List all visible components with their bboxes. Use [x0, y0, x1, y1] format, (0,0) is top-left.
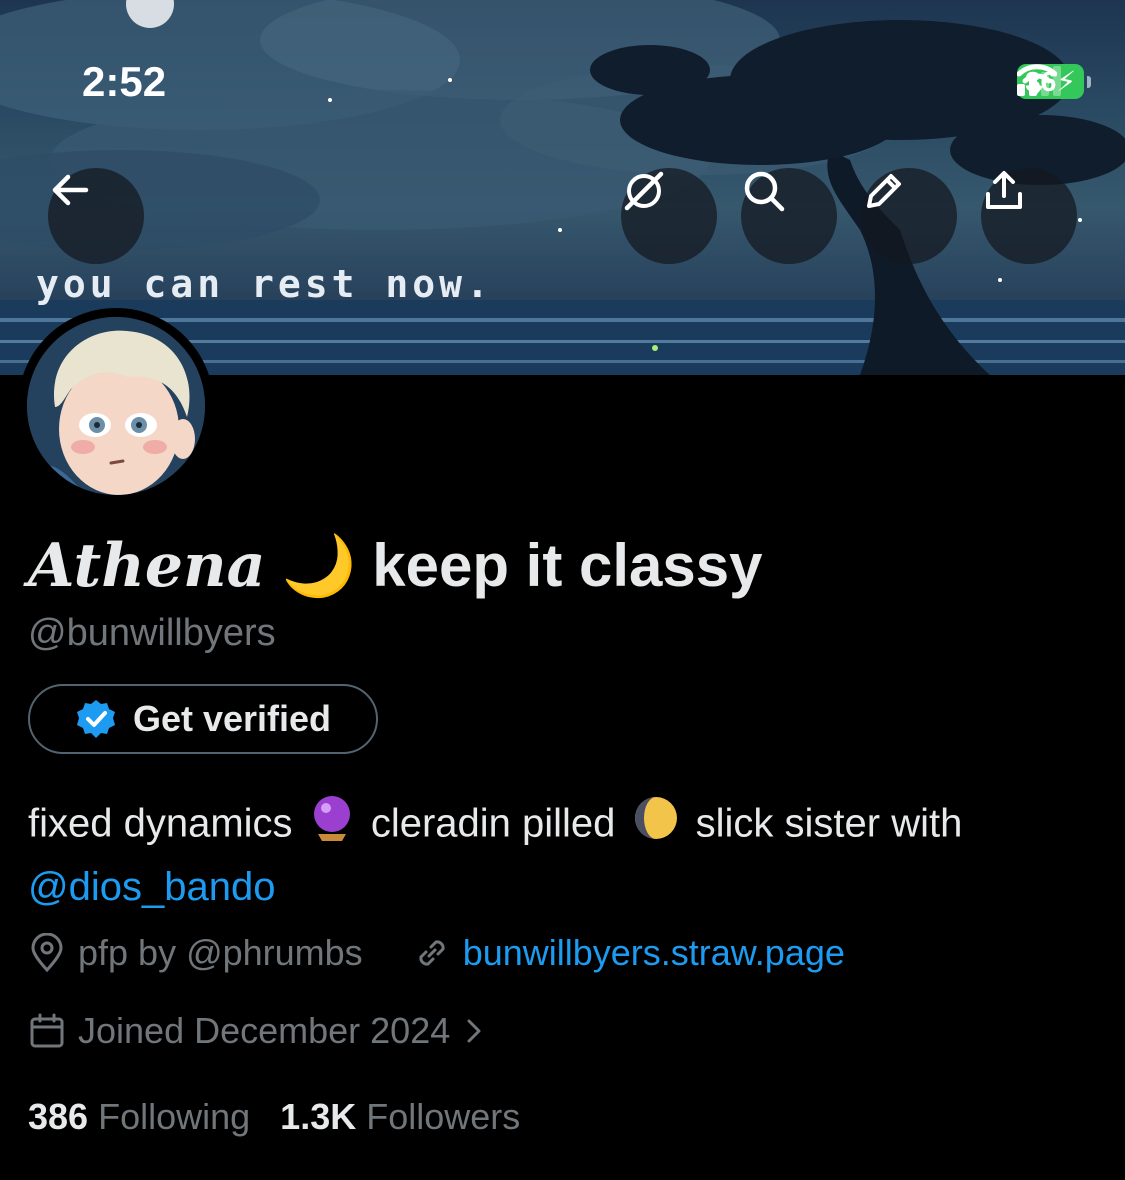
avatar[interactable] [18, 308, 214, 504]
following-count: 386 [28, 1096, 89, 1137]
grok-button[interactable] [621, 168, 717, 264]
bio-text-2: cleradin pilled [370, 801, 616, 846]
moon-phase-icon [633, 795, 679, 857]
website-link[interactable]: bunwillbyers.straw.page [463, 932, 845, 974]
joined-date-row[interactable]: Joined December 2024 [28, 1010, 486, 1052]
followers-label: Followers [366, 1096, 521, 1137]
follow-stats: 386 Following 1.3K Followers [28, 1096, 520, 1138]
location-text: pfp by @phrumbs [78, 932, 363, 973]
bio-mention-link[interactable]: @dios_bando [28, 865, 275, 909]
arrow-left-icon [52, 174, 89, 206]
following-stat[interactable]: 386 Following [28, 1096, 250, 1138]
avatar-illustration [27, 317, 205, 495]
banner-caption: you can rest now. [36, 262, 493, 306]
avatar-image [27, 317, 205, 495]
edit-button[interactable] [861, 168, 957, 264]
display-name: Athena 🌙 keep it classy [28, 530, 763, 601]
followers-count: 1.3K [280, 1096, 357, 1137]
search-icon [744, 171, 785, 212]
status-time: 2:52 [82, 58, 167, 105]
link-icon [419, 940, 445, 966]
chevron-right-icon [467, 1019, 481, 1043]
username-handle: @bunwillbyers [28, 612, 276, 654]
bio-text-3: slick sister with [695, 801, 963, 846]
get-verified-button[interactable]: Get verified [28, 684, 378, 754]
crystal-ball-icon [310, 794, 354, 858]
get-verified-label: Get verified [132, 698, 332, 739]
share-icon [986, 171, 1022, 209]
pencil-icon [867, 174, 901, 208]
banner-artwork [0, 0, 1125, 375]
back-button[interactable] [48, 168, 144, 264]
display-name-script: Athena [28, 530, 266, 601]
verified-badge-icon [76, 700, 115, 738]
display-name-text: keep it classy [372, 532, 763, 599]
share-button[interactable] [981, 168, 1077, 264]
location-pin-icon [31, 933, 63, 973]
profile-banner[interactable]: 2:52 36 ⚡ you can rest now. [0, 0, 1125, 375]
grok-icon [624, 171, 664, 211]
bio-text-1: fixed dynamics [28, 801, 293, 846]
followers-stat[interactable]: 1.3K Followers [280, 1096, 520, 1138]
profile-bio: fixed dynamics cleradin pilled slick sis… [28, 794, 1088, 916]
calendar-icon [30, 1013, 64, 1048]
profile-meta-location: pfp by @phrumbs bunwillbyers.straw.page [28, 932, 845, 974]
wifi-icon [1017, 64, 1058, 94]
joined-text: Joined December 2024 [78, 1010, 451, 1051]
search-button[interactable] [741, 168, 837, 264]
status-indicators: 36 ⚡ [1017, 64, 1091, 99]
moon-emoji: 🌙 [281, 532, 357, 599]
following-label: Following [98, 1096, 251, 1137]
